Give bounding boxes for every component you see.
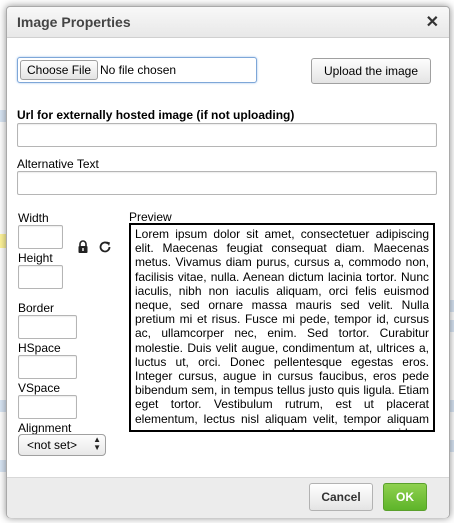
hspace-label: HSpace xyxy=(18,341,61,355)
lock-icon[interactable] xyxy=(77,240,89,254)
width-input[interactable] xyxy=(18,225,63,249)
alternative-text-input[interactable] xyxy=(17,171,437,195)
hspace-input[interactable] xyxy=(18,355,77,379)
ok-button[interactable]: OK xyxy=(383,483,427,511)
url-input[interactable] xyxy=(17,123,437,147)
close-icon[interactable]: ✕ xyxy=(426,12,439,32)
preview-text: Lorem ipsum dolor sit amet, consectetuer… xyxy=(135,227,429,430)
preview-label: Preview xyxy=(129,210,172,224)
width-label: Width xyxy=(18,211,49,225)
border-input[interactable] xyxy=(18,315,77,339)
alternative-text-label: Alternative Text xyxy=(17,157,99,171)
dialog-title: Image Properties xyxy=(17,14,131,30)
alignment-select[interactable]: <not set> ▲ ▼ xyxy=(18,434,106,456)
select-arrows-icon: ▲ ▼ xyxy=(93,435,101,452)
vspace-input[interactable] xyxy=(18,395,77,419)
vspace-label: VSpace xyxy=(18,381,61,395)
height-label: Height xyxy=(18,251,53,265)
file-status: No file chosen xyxy=(100,63,177,77)
upload-image-button[interactable]: Upload the image xyxy=(311,58,431,84)
height-input[interactable] xyxy=(18,265,63,289)
preview-box: Lorem ipsum dolor sit amet, consectetuer… xyxy=(129,223,435,432)
border-label: Border xyxy=(18,301,55,315)
file-input[interactable]: Choose File No file chosen xyxy=(17,57,257,83)
cancel-button[interactable]: Cancel xyxy=(309,483,373,511)
url-label: Url for externally hosted image (if not … xyxy=(17,108,295,122)
alignment-label: Alignment xyxy=(18,421,72,435)
dialog-titlebar: Image Properties ✕ xyxy=(7,7,449,38)
choose-file-button[interactable]: Choose File xyxy=(20,60,99,80)
reset-size-icon[interactable] xyxy=(98,240,112,254)
image-properties-dialog: Image Properties ✕ Choose File No file c… xyxy=(6,6,450,518)
alignment-selected-value: <not set> xyxy=(27,438,78,452)
